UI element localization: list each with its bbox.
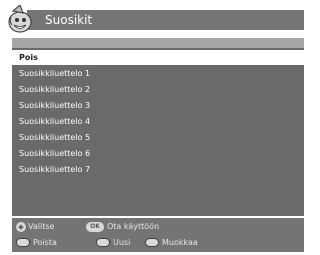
list-item[interactable]: Suosikkiluettelo 6: [12, 146, 304, 161]
list-item[interactable]: Suosikkiluettelo 1: [12, 66, 304, 81]
activate-hint: Ota käyttöön: [107, 222, 160, 231]
navigation-key-icon: ◆: [16, 222, 26, 232]
favorites-list: Pois Suosikkiluettelo 1 Suosikkiluettelo…: [12, 48, 304, 216]
select-hint: Valitse: [28, 222, 55, 231]
favorites-window: Suosikit Pois Suosikkiluettelo 1 Suosikk…: [5, 3, 304, 252]
new-button[interactable]: Uusi: [113, 237, 130, 249]
list-item[interactable]: Suosikkiluettelo 7: [12, 162, 304, 177]
list-item[interactable]: Suosikkiluettelo 5: [12, 130, 304, 145]
list-item[interactable]: Suosikkiluettelo 2: [12, 82, 304, 97]
yellow-key-icon: [145, 238, 159, 247]
window-title: Suosikit: [45, 13, 93, 27]
delete-button[interactable]: Poista: [33, 237, 57, 249]
title-bar: Suosikit: [5, 3, 304, 35]
red-key-icon: [16, 238, 30, 247]
header-separator: [12, 38, 304, 48]
ok-key-icon: OK: [86, 222, 104, 232]
edit-button[interactable]: Muokkaa: [162, 237, 198, 249]
button-hint-bar: ◆ Valitse OK Ota käyttöön Poista Uusi Mu…: [12, 218, 304, 252]
wizard-icon: [8, 5, 32, 33]
list-item[interactable]: Pois: [12, 50, 304, 65]
green-key-icon: [96, 238, 110, 247]
list-item[interactable]: Suosikkiluettelo 3: [12, 98, 304, 113]
list-item[interactable]: Suosikkiluettelo 4: [12, 114, 304, 129]
